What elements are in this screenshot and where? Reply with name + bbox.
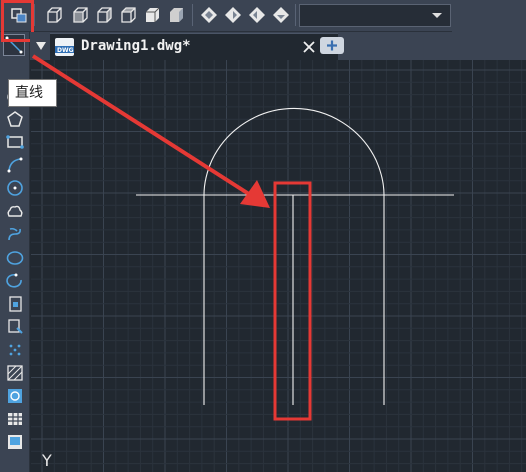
plus-icon <box>327 40 337 51</box>
axis-label-y: Y <box>41 451 52 470</box>
cube-icon[interactable] <box>166 5 185 24</box>
dwg-file-icon: DWG <box>55 38 74 56</box>
multiline-text-icon[interactable] <box>5 432 24 451</box>
tab-drawing1[interactable]: DWG Drawing1.dwg* <box>50 33 338 60</box>
view-cube-icon[interactable] <box>223 5 242 24</box>
drawing-canvas[interactable]: Y <box>31 60 526 472</box>
view-cube-icon[interactable] <box>199 5 218 24</box>
make-block-icon[interactable] <box>5 317 24 336</box>
hatch-icon[interactable] <box>5 363 24 382</box>
point-icon[interactable] <box>5 340 24 359</box>
document-tab-strip: DWG Drawing1.dwg* <box>30 32 526 60</box>
arc-icon[interactable] <box>5 155 24 174</box>
rectangle-icon[interactable] <box>5 132 24 151</box>
toolbar-separator <box>34 4 35 26</box>
ellipse-arc-icon[interactable] <box>5 271 24 290</box>
table-icon[interactable] <box>5 409 24 428</box>
toolbar-separator <box>192 4 193 26</box>
top-toolbar <box>0 0 526 32</box>
spline-icon[interactable] <box>5 225 24 244</box>
close-icon[interactable] <box>299 37 319 57</box>
region-icon[interactable] <box>5 386 24 405</box>
tab-title: Drawing1.dwg* <box>81 38 191 54</box>
cube-icon[interactable] <box>118 5 137 24</box>
tab-list-dropdown-icon[interactable] <box>36 42 46 50</box>
new-tab-button[interactable] <box>320 37 344 54</box>
view-cube-icon[interactable] <box>247 5 266 24</box>
revision-cloud-icon[interactable] <box>5 202 24 221</box>
cube-icon[interactable] <box>44 5 63 24</box>
view-cube-icon[interactable] <box>271 5 290 24</box>
svg-text:DWG: DWG <box>57 47 74 54</box>
cube-icon[interactable] <box>142 5 161 24</box>
line-tooltip: 直线 <box>8 79 57 107</box>
insert-block-icon[interactable] <box>5 294 24 313</box>
ellipse-icon[interactable] <box>5 248 24 267</box>
cube-icon[interactable] <box>70 5 89 24</box>
chevron-down-icon <box>432 13 442 18</box>
circle-icon[interactable] <box>5 178 24 197</box>
polygon-icon[interactable] <box>5 109 24 128</box>
toolbar-empty-area <box>452 0 526 32</box>
layer-dropdown[interactable] <box>299 4 451 27</box>
toolbar-separator <box>295 4 296 26</box>
cube-icon[interactable] <box>94 5 113 24</box>
